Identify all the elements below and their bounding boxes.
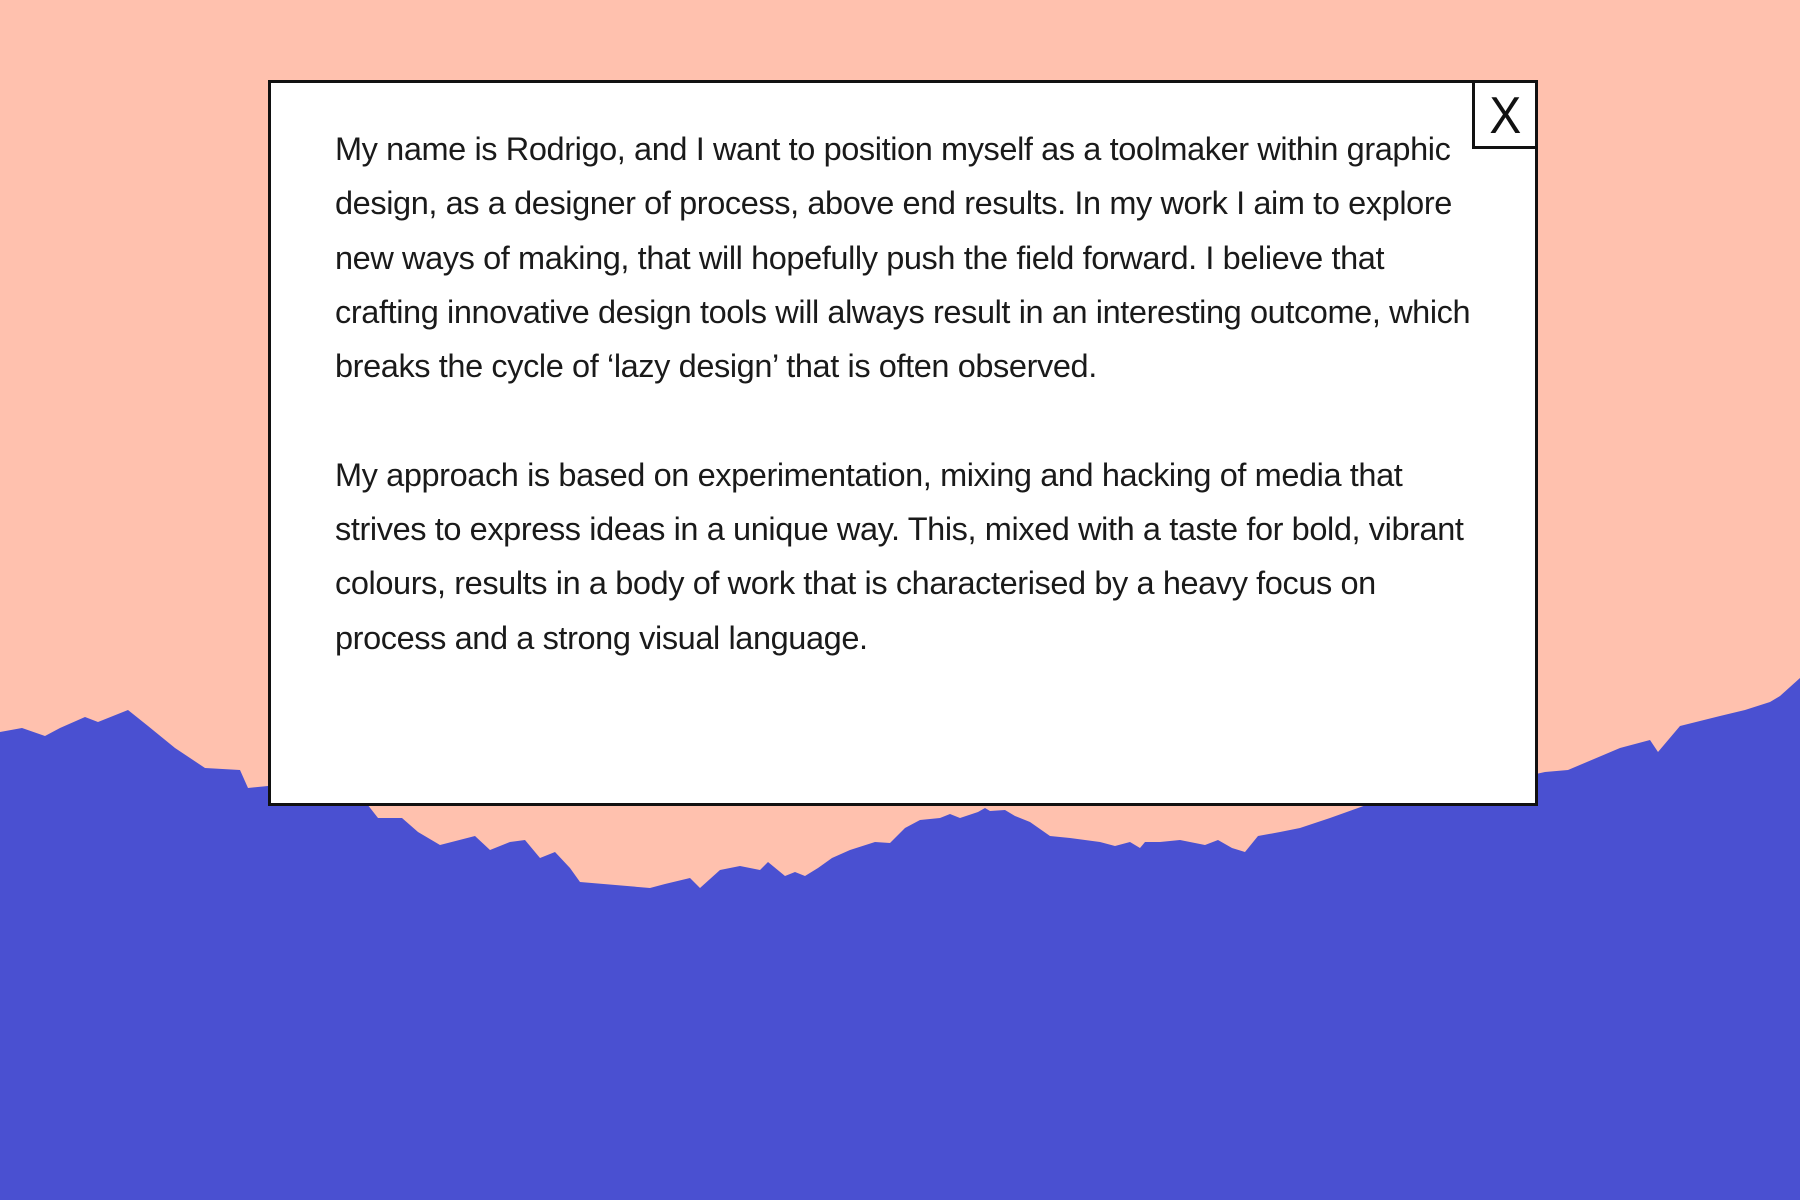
about-paragraph: My approach is based on experimentation,…: [335, 456, 1464, 656]
about-text: My name is Rodrigo, and I want to positi…: [335, 122, 1495, 665]
about-modal: My name is Rodrigo, and I want to positi…: [268, 80, 1538, 806]
about-paragraph: My name is Rodrigo, and I want to positi…: [335, 131, 1471, 385]
close-button[interactable]: X: [1472, 80, 1538, 149]
close-icon: X: [1489, 86, 1521, 145]
